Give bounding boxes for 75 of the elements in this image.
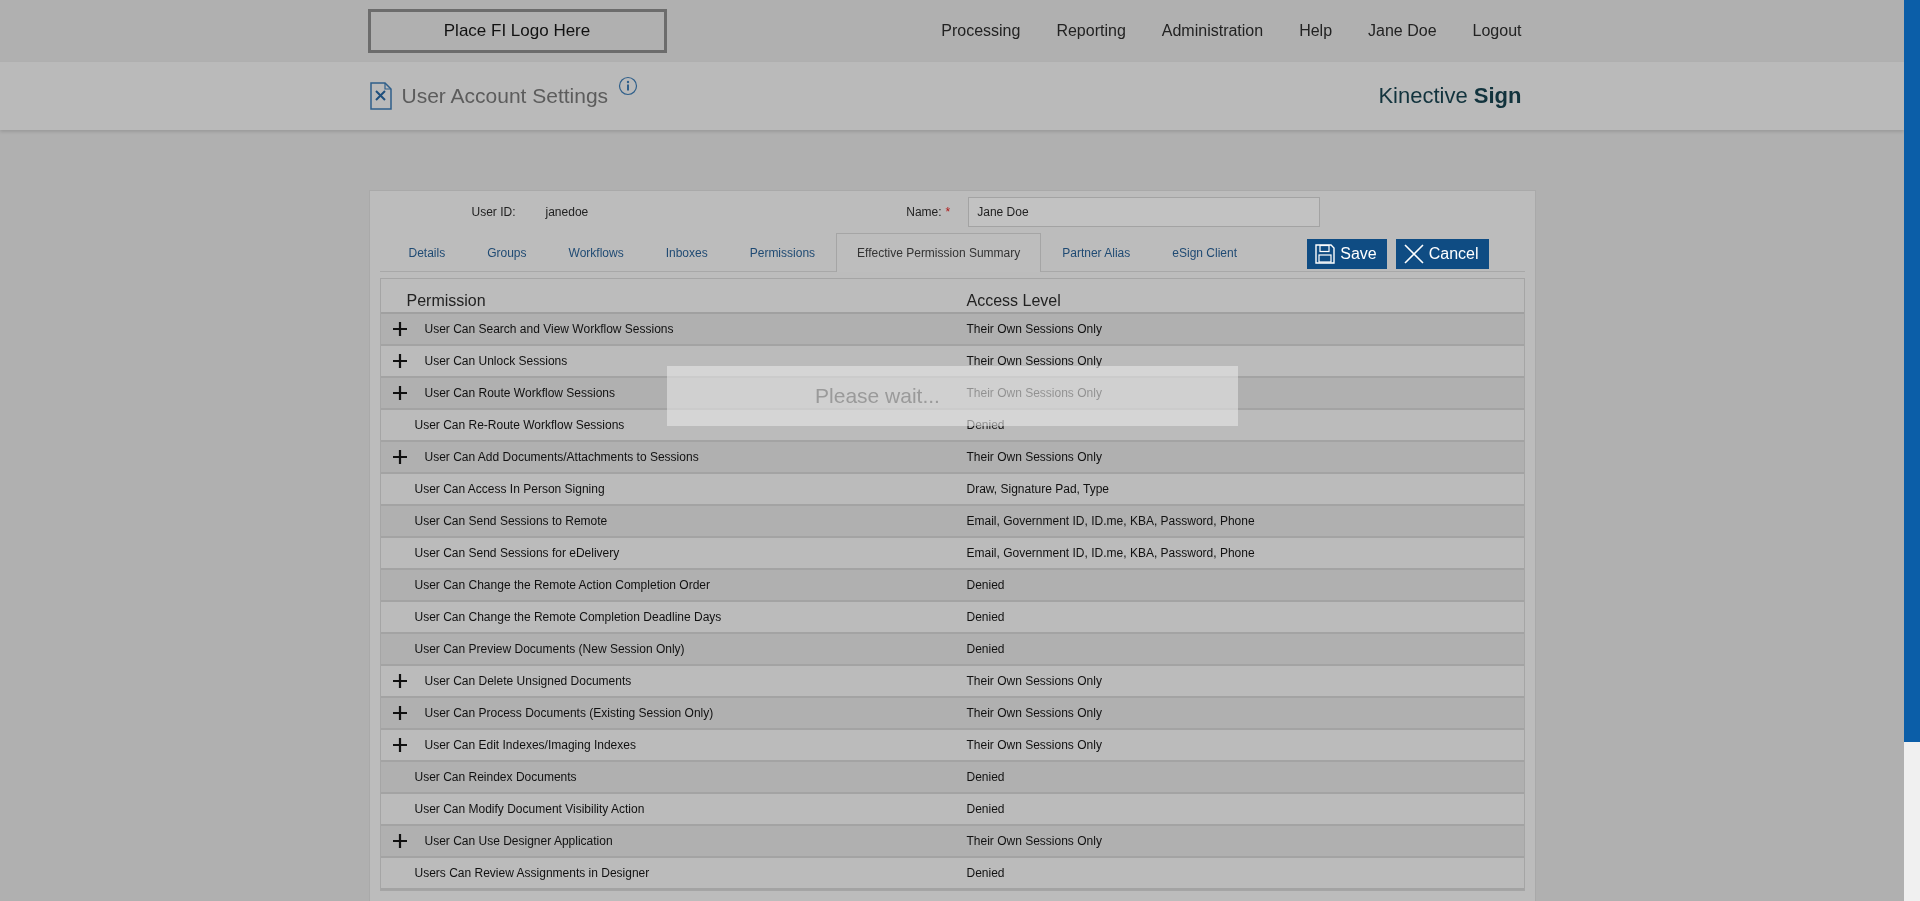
expand-icon[interactable] xyxy=(392,322,407,336)
access-level: Denied xyxy=(966,770,1005,784)
column-header: Access Level xyxy=(966,292,1061,311)
name-field[interactable]: Jane Doe xyxy=(968,197,1321,227)
permission-name: User Can Preview Documents (New Session Only) xyxy=(413,642,685,656)
expand-icon[interactable] xyxy=(392,354,407,368)
save-button[interactable]: Save xyxy=(1307,239,1387,269)
permission-name: User Can Add Documents/Attachments to Sessions xyxy=(424,450,699,464)
permission-name: User Can Send Sessions to Remote xyxy=(413,514,608,528)
expand-icon[interactable] xyxy=(392,738,407,752)
nav-link[interactable]: Processing xyxy=(941,22,1021,40)
nav-link[interactable]: Help xyxy=(1299,22,1333,40)
access-level: Their Own Sessions Only xyxy=(966,706,1102,720)
access-level: Their Own Sessions Only xyxy=(966,674,1102,688)
permission-name: User Can Modify Document Visibility Action xyxy=(413,802,645,816)
nav-link[interactable]: Reporting xyxy=(1056,22,1126,40)
access-level: Denied xyxy=(966,642,1005,656)
document-tools-icon xyxy=(369,82,392,110)
permission-name: User Can Access In Person Signing xyxy=(413,482,605,496)
tab[interactable]: Partner Alias xyxy=(1041,233,1152,271)
nav-link[interactable]: Jane Doe xyxy=(1368,22,1437,40)
access-level: Their Own Sessions Only xyxy=(966,834,1102,848)
access-level: Denied xyxy=(966,610,1005,624)
tab[interactable]: Workflows xyxy=(547,233,645,271)
permission-name: User Can Reindex Documents xyxy=(413,770,577,784)
brand-logo: Kinective Sign xyxy=(1378,83,1523,109)
tab[interactable]: Groups xyxy=(466,233,548,271)
access-level: Denied xyxy=(966,578,1005,592)
permission-name: User Can Delete Unsigned Documents xyxy=(424,674,632,688)
permission-name: User Can Change the Remote Action Completion Order xyxy=(413,578,710,592)
expand-icon[interactable] xyxy=(392,834,407,848)
expand-icon[interactable] xyxy=(392,706,407,720)
field-label: User ID: xyxy=(471,205,516,219)
access-level: Their Own Sessions Only xyxy=(966,386,1102,400)
access-level: Denied xyxy=(966,866,1005,880)
access-level: Draw, Signature Pad, Type xyxy=(966,482,1110,496)
permission-name: User Can Use Designer Application xyxy=(424,834,613,848)
permission-name: User Can Unlock Sessions xyxy=(424,354,568,368)
user-id-value: janedoe xyxy=(545,205,589,219)
close-icon xyxy=(1403,244,1424,264)
permission-name: User Can Re-Route Workflow Sessions xyxy=(413,418,625,432)
access-level: Email, Government ID, ID.me, KBA, Password, Phone xyxy=(966,546,1255,560)
logo-placeholder-text: Place FI Logo Here xyxy=(443,21,591,41)
field-label: Name: xyxy=(906,205,942,219)
tab[interactable]: Effective Permission Summary xyxy=(836,233,1042,272)
permission-name: User Can Send Sessions for eDelivery xyxy=(413,546,620,560)
info-icon[interactable] xyxy=(618,76,639,96)
permission-name: User Can Change the Remote Completion Deadline Days xyxy=(413,610,722,624)
access-level: Their Own Sessions Only xyxy=(966,322,1102,336)
expand-icon[interactable] xyxy=(392,386,407,400)
required-mark: * xyxy=(945,205,951,219)
access-level: Their Own Sessions Only xyxy=(966,450,1102,464)
save-icon xyxy=(1315,244,1336,264)
permission-name: User Can Route Workflow Sessions xyxy=(424,386,616,400)
access-level: Denied xyxy=(966,802,1005,816)
access-level: Their Own Sessions Only xyxy=(966,738,1102,752)
expand-icon[interactable] xyxy=(392,450,407,464)
permission-name: User Can Search and View Workflow Sessions xyxy=(424,322,674,336)
permission-name: User Can Edit Indexes/Imaging Indexes xyxy=(424,738,636,752)
access-level: Denied xyxy=(966,418,1005,432)
tab[interactable]: Inboxes xyxy=(644,233,729,271)
column-header: Permission xyxy=(405,292,487,311)
permission-name: Users Can Review Assignments in Designer xyxy=(413,866,650,880)
access-level: Their Own Sessions Only xyxy=(966,354,1102,368)
tab[interactable]: eSign Client xyxy=(1151,233,1258,271)
tab[interactable]: Permissions xyxy=(728,233,837,271)
page-title: User Account Settings xyxy=(401,84,609,108)
permission-name: User Can Process Documents (Existing Session Only) xyxy=(424,706,714,720)
nav-link[interactable]: Logout xyxy=(1472,22,1522,40)
access-level: Email, Government ID, ID.me, KBA, Password, Phone xyxy=(966,514,1255,528)
nav-link[interactable]: Administration xyxy=(1161,22,1264,40)
tab[interactable]: Details xyxy=(387,233,467,271)
cancel-button[interactable]: Cancel xyxy=(1395,239,1489,269)
expand-icon[interactable] xyxy=(392,674,407,688)
scrollbar-thumb[interactable] xyxy=(1904,0,1920,742)
